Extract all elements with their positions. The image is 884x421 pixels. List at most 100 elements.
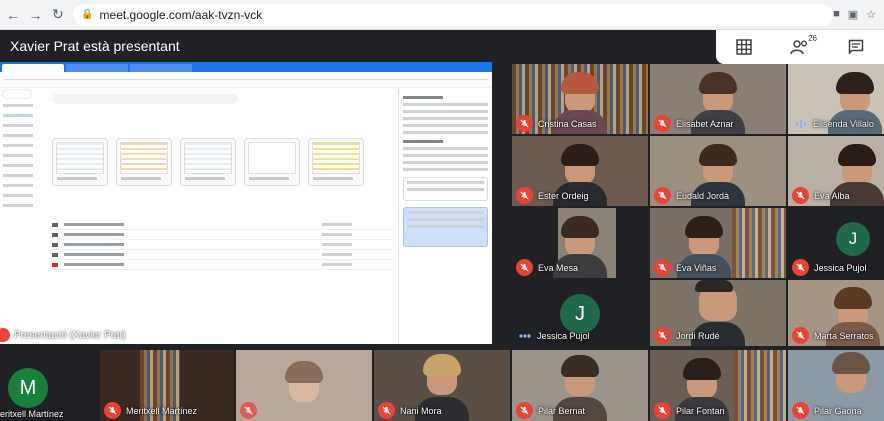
shared-calendar-card (403, 177, 488, 201)
browser-extension-icons: ■ ▣ ☆ (833, 8, 876, 21)
shared-new-button (3, 90, 31, 98)
participant-tile[interactable]: Eva Alba (788, 136, 884, 206)
mic-off-icon (378, 402, 395, 419)
meet-actions-panel: 26 (716, 30, 884, 64)
shared-tab (2, 64, 64, 72)
participant-name: Meritxell Martínez (126, 405, 198, 416)
participant-tile[interactable]: Eva Mesa (512, 208, 648, 278)
participant-tile[interactable]: M eritxell Martínez (0, 350, 96, 421)
reload-icon[interactable]: ↻ (49, 5, 67, 25)
shared-calendar-card-highlight (403, 207, 488, 247)
participant-tile[interactable]: Pilar Bernat (512, 350, 648, 421)
back-icon[interactable]: ← (4, 5, 22, 25)
shared-file-card (244, 138, 300, 186)
shared-file-row (52, 240, 392, 250)
mic-off-icon (654, 402, 671, 419)
participant-name: Jessica Pujol (537, 330, 590, 341)
participant-tile[interactable]: Pilar Gaona (788, 350, 884, 421)
speaking-indicator-icon (792, 115, 809, 132)
participant-tile[interactable]: Jordi Rudé (650, 280, 786, 346)
participant-name: Eva Viñas (676, 262, 717, 273)
participant-name: Marta Serratos (814, 330, 874, 341)
shared-sidebar-row (3, 104, 33, 107)
forward-icon[interactable]: → (26, 5, 44, 25)
participant-tile[interactable]: J Jessica Pujol (512, 280, 648, 346)
shared-address-bar (4, 72, 488, 80)
lock-icon: 🔒 (81, 9, 94, 20)
mic-off-icon (654, 327, 671, 344)
participant-tile[interactable]: Ester Ordeig (512, 136, 648, 206)
shared-drive-main (48, 90, 396, 344)
mic-off-icon (792, 402, 809, 419)
shared-recent-files (52, 138, 364, 186)
participant-tile[interactable]: Eva Viñas (650, 208, 786, 278)
shared-screen[interactable] (0, 62, 492, 344)
participant-name: Jordi Rudé (676, 330, 720, 341)
shared-bookmarks-bar (0, 80, 492, 88)
participant-name: Ester Ordeig (538, 190, 589, 201)
participant-name: Pilar Gaona (814, 405, 862, 416)
url-text: meet.google.com/aak-tvzn-vck (99, 7, 263, 22)
activities-button[interactable] (729, 35, 759, 59)
people-button[interactable]: 26 (785, 34, 817, 59)
speaking-indicator-icon (516, 327, 533, 344)
shared-sidebar-row (3, 124, 33, 127)
participant-tile[interactable]: Cristina Casas (512, 64, 648, 134)
bookmark-star-icon[interactable]: ☆ (866, 8, 876, 21)
shared-file-row (52, 250, 392, 260)
address-bar[interactable]: 🔒 meet.google.com/aak-tvzn-vck (73, 3, 834, 26)
people-icon (790, 40, 807, 55)
mic-off-icon (516, 402, 533, 419)
participant-name: Eva Mesa (538, 262, 579, 273)
participant-tile[interactable]: Nani Mora (374, 350, 510, 421)
grid-icon (736, 39, 752, 55)
presentation-label: Presentació (Xavier Prat) (0, 326, 126, 344)
participant-tile[interactable]: J Jessica Pujol (788, 208, 884, 278)
mic-off-icon (516, 115, 533, 132)
avatar: M (8, 368, 48, 408)
participant-name: Pilar Fontan (676, 405, 725, 416)
shared-sidebar-row (3, 114, 33, 117)
chat-button[interactable] (841, 35, 871, 59)
participant-name: Elisenda Villalo (813, 118, 874, 129)
translate-icon[interactable]: ▣ (848, 8, 858, 21)
shared-tab (130, 64, 192, 72)
participant-tile[interactable]: Eudald Jordà (650, 136, 786, 206)
shared-sidebar-row (3, 154, 33, 157)
shared-calendar-panel (398, 90, 492, 344)
participant-tile[interactable]: Marta Serratos (788, 280, 884, 346)
shared-sidebar-row (3, 204, 33, 207)
shared-file-card (52, 138, 108, 186)
shared-tab (66, 64, 128, 72)
shared-search-bar (52, 94, 238, 104)
shared-sidebar-row (3, 134, 33, 137)
shared-file-card (180, 138, 236, 186)
shared-file-card (308, 138, 364, 186)
meet-window: ← → ↻ 🔒 meet.google.com/aak-tvzn-vck ■ ▣… (0, 0, 884, 421)
camera-icon[interactable]: ■ (833, 8, 840, 21)
presentation-label-text: Presentació (Xavier Prat) (14, 329, 126, 341)
mic-off-icon (654, 259, 671, 276)
shared-sidebar-row (3, 144, 33, 147)
mic-off-icon (792, 327, 809, 344)
participant-name: eritxell Martínez (0, 409, 64, 419)
shared-sidebar-row (3, 184, 33, 187)
participant-tile[interactable]: Meritxell Martínez (100, 350, 234, 421)
mic-off-icon (792, 259, 809, 276)
shared-sidebar-row (3, 164, 33, 167)
chat-icon (848, 39, 864, 55)
participant-tile[interactable]: Elisabet Aznar (650, 64, 786, 134)
mic-off-icon (654, 187, 671, 204)
shared-file-list (52, 220, 392, 270)
mic-off-icon (654, 115, 671, 132)
participant-name: Jessica Pujol (814, 262, 867, 273)
participant-name: Nani Mora (400, 405, 442, 416)
shared-file-row (52, 230, 392, 240)
participant-tile[interactable]: Pilar Fontan (650, 350, 786, 421)
shared-sidebar-row (3, 194, 33, 197)
participant-name: Eva Alba (814, 190, 850, 201)
participant-tile[interactable]: Elisenda Villalo (788, 64, 884, 134)
mic-off-icon (792, 187, 809, 204)
participant-tile[interactable] (236, 350, 372, 421)
avatar: J (836, 222, 870, 256)
